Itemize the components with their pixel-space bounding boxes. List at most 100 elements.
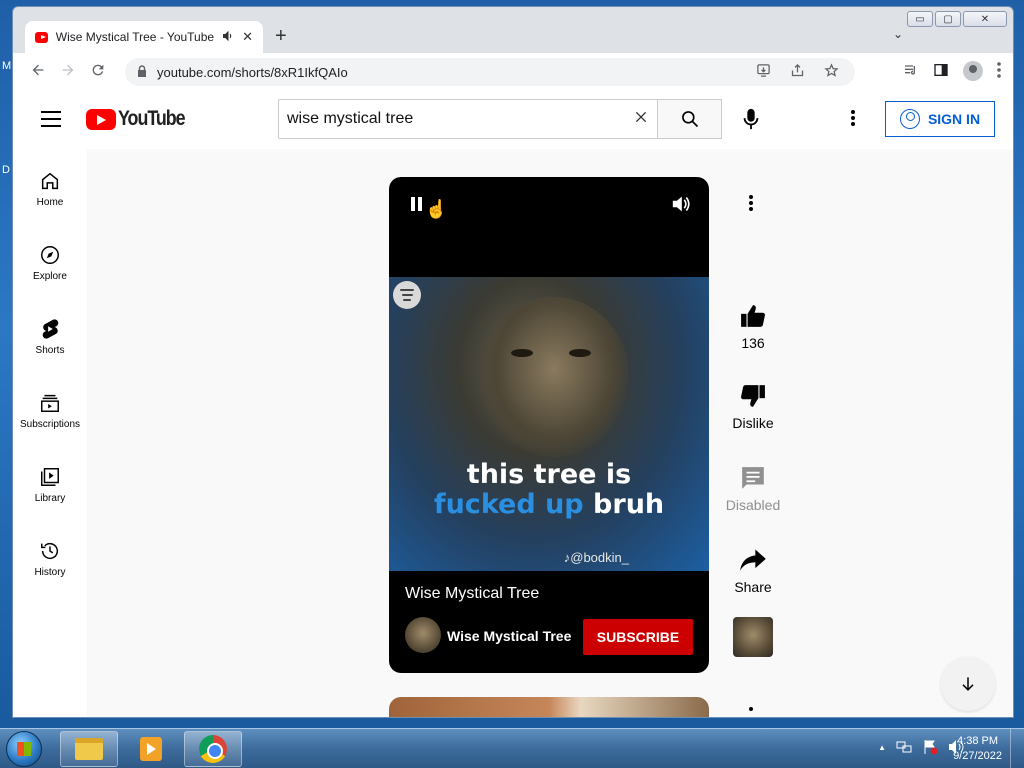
caption-white-text: bruh xyxy=(593,489,665,520)
speaker-icon[interactable] xyxy=(222,30,234,45)
share-label: Share xyxy=(734,579,772,595)
like-button[interactable]: 136 xyxy=(713,301,793,351)
forward-arrow-icon[interactable] xyxy=(53,62,83,83)
video-caption-line2: fucked up bruh xyxy=(389,489,709,520)
lock-icon[interactable] xyxy=(137,64,147,80)
next-short-preview[interactable] xyxy=(389,697,709,717)
sidebar-item-label: Library xyxy=(34,493,66,504)
clear-search-icon[interactable] xyxy=(633,108,649,131)
address-bar[interactable]: youtube.com/shorts/8xR1IkfQAIo xyxy=(125,58,855,86)
share-button[interactable]: Share xyxy=(713,545,793,595)
install-app-icon[interactable] xyxy=(751,63,775,81)
browser-window: Wise Mystical Tree - YouTube ✕ + ⌄ ▭ ▢ ✕ xyxy=(12,6,1014,718)
search-input[interactable]: wise mystical tree xyxy=(287,110,633,128)
video-frame[interactable]: this tree is fucked up bruh ♪@bodkin_ xyxy=(389,277,709,571)
sidebar-item-shorts[interactable]: Shorts xyxy=(13,317,87,356)
caption-blue-text: fucked up xyxy=(433,489,584,520)
video-caption-line1: this tree is xyxy=(466,459,632,490)
sign-in-label: SIGN IN xyxy=(927,111,981,127)
maximize-button[interactable]: ▢ xyxy=(935,11,961,27)
next-short-button[interactable] xyxy=(941,657,995,711)
pause-icon[interactable] xyxy=(411,197,422,211)
comment-icon xyxy=(738,463,768,493)
youtube-logo[interactable]: YouTube xyxy=(86,107,196,131)
profile-avatar-icon[interactable] xyxy=(963,61,983,81)
desktop-edge-text: M xyxy=(2,60,12,72)
desktop-edge-text: D xyxy=(2,164,10,176)
shorts-icon xyxy=(38,317,62,341)
reload-icon[interactable] xyxy=(83,62,113,83)
sign-in-button[interactable]: SIGN IN xyxy=(885,101,995,137)
settings-more-icon[interactable] xyxy=(851,109,855,132)
tab-close-icon[interactable]: ✕ xyxy=(242,29,253,45)
shorts-player[interactable]: ☝ this tree is fucked up bruh ♪@bodkin_ xyxy=(389,177,709,673)
dislike-button[interactable]: Dislike xyxy=(713,381,793,431)
sound-thumbnail[interactable] xyxy=(733,617,773,657)
thumbs-down-icon xyxy=(738,381,768,411)
microphone-icon xyxy=(743,108,759,130)
side-panel-icon[interactable] xyxy=(933,62,949,81)
taskbar-media-player[interactable] xyxy=(122,731,180,767)
tree-face-image xyxy=(479,297,629,457)
channel-name[interactable]: Wise Mystical Tree xyxy=(447,628,571,644)
taskbar-explorer[interactable] xyxy=(60,731,118,767)
next-more-actions-icon[interactable] xyxy=(749,697,753,717)
hamburger-menu-icon[interactable] xyxy=(41,111,61,132)
media-control-icon[interactable] xyxy=(903,62,919,81)
system-tray: ▲ xyxy=(878,739,964,758)
show-desktop-button[interactable] xyxy=(1010,729,1024,768)
sidebar-item-subscriptions[interactable]: Subscriptions xyxy=(13,391,87,430)
channel-avatar[interactable] xyxy=(405,617,441,653)
folder-icon xyxy=(75,738,103,760)
spotify-icon xyxy=(393,281,421,309)
clock-time: 4:38 PM xyxy=(957,735,999,747)
browser-tab[interactable]: Wise Mystical Tree - YouTube ✕ xyxy=(25,21,263,53)
share-page-icon[interactable] xyxy=(785,63,809,81)
sidebar-item-home[interactable]: Home xyxy=(13,169,87,208)
chrome-icon xyxy=(199,735,227,763)
action-center-flag-icon[interactable] xyxy=(922,739,938,758)
search-box[interactable]: wise mystical tree xyxy=(278,99,658,139)
arrow-down-icon xyxy=(962,677,974,691)
sidebar-item-library[interactable]: Library xyxy=(13,465,87,504)
back-arrow-icon[interactable] xyxy=(23,62,53,83)
sidebar-item-explore[interactable]: Explore xyxy=(13,243,87,282)
comments-button[interactable]: Disabled xyxy=(713,463,793,513)
network-icon[interactable] xyxy=(896,739,912,758)
windows-taskbar: ▲ 4:38 PM 9/27/2022 xyxy=(0,728,1024,768)
taskbar-chrome[interactable] xyxy=(184,731,242,767)
show-hidden-icons-arrow-icon[interactable]: ▲ xyxy=(878,739,886,758)
dislike-label: Dislike xyxy=(732,415,774,431)
start-button[interactable] xyxy=(6,731,42,767)
youtube-favicon-icon xyxy=(35,31,48,43)
sidebar-item-label: Subscriptions xyxy=(19,419,81,430)
tab-strip: Wise Mystical Tree - YouTube ✕ + ⌄ ▭ ▢ ✕ xyxy=(13,7,1013,53)
history-icon xyxy=(38,539,62,563)
comments-label: Disabled xyxy=(725,497,781,513)
bookmark-star-icon[interactable] xyxy=(819,63,843,81)
youtube-wordmark: YouTube xyxy=(118,107,186,130)
hand-cursor-icon: ☝ xyxy=(425,199,448,219)
taskbar-clock[interactable]: 4:38 PM 9/27/2022 xyxy=(953,734,1002,764)
subscribe-button[interactable]: SUBSCRIBE xyxy=(583,619,693,655)
account-circle-icon xyxy=(899,109,920,129)
sidebar-item-history[interactable]: History xyxy=(13,539,87,578)
toolbar-right xyxy=(903,61,1001,81)
close-window-button[interactable]: ✕ xyxy=(963,11,1007,27)
voice-search-button[interactable] xyxy=(737,105,765,133)
url-text[interactable]: youtube.com/shorts/8xR1IkfQAIo xyxy=(157,65,741,80)
tab-search-chevron-icon[interactable]: ⌄ xyxy=(893,27,903,41)
home-icon xyxy=(38,169,62,193)
new-tab-button[interactable]: + xyxy=(275,25,287,48)
browser-menu-icon[interactable] xyxy=(997,61,1001,81)
short-title: Wise Mystical Tree xyxy=(405,585,540,602)
tiktok-watermark: ♪@bodkin_ xyxy=(563,550,629,565)
like-count: 136 xyxy=(741,335,765,351)
minimize-button[interactable]: ▭ xyxy=(907,11,933,27)
volume-icon[interactable] xyxy=(671,195,691,218)
library-icon xyxy=(38,465,62,489)
subscriptions-icon xyxy=(38,391,62,415)
thumbs-up-icon xyxy=(738,301,768,331)
search-button[interactable] xyxy=(658,99,722,139)
more-actions-icon[interactable] xyxy=(749,195,753,216)
